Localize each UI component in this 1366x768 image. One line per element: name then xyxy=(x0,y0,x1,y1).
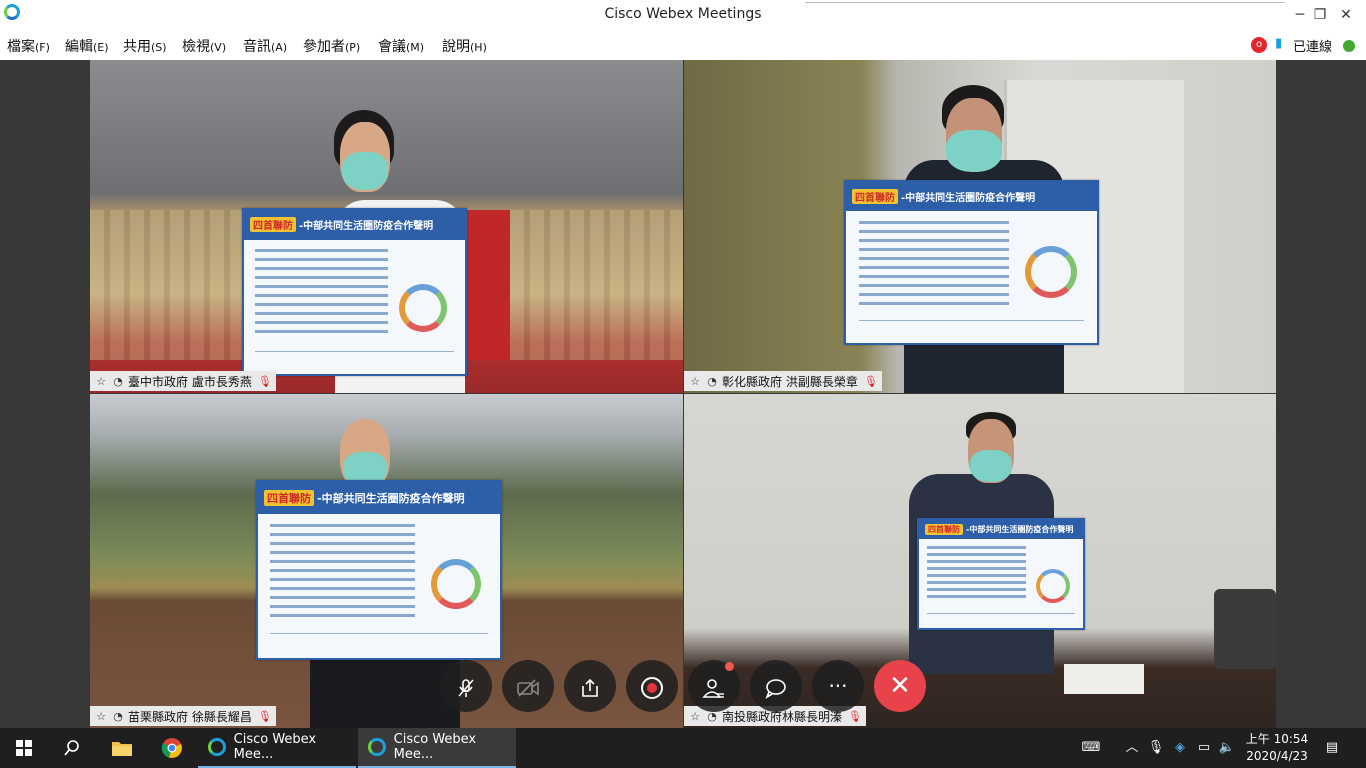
file-explorer-icon[interactable] xyxy=(98,728,146,768)
taskbar-app-webex-2[interactable]: Cisco Webex Mee... xyxy=(358,728,516,768)
webex-icon xyxy=(368,738,386,756)
video-tile-changhua[interactable]: 四首聯防 -中部共同生活圈防疫合作聲明 ☆ ◔ 彰化縣政府 洪副縣長榮章 🎙 xyxy=(684,60,1276,393)
audio-connected-icon: ▮ xyxy=(1275,36,1283,51)
notification-badge xyxy=(725,662,734,671)
video-tile-taichung[interactable]: 四首聯防 -中部共同生活圈防疫合作聲明 ☆ ◔ 臺中市政府 盧市長秀燕 🎙 xyxy=(90,60,683,393)
search-icon[interactable] xyxy=(48,728,96,768)
video-off-icon xyxy=(517,678,539,697)
audio-icon: ◔ xyxy=(707,374,717,388)
system-clock[interactable]: 上午 10:54 2020/4/23 xyxy=(1244,731,1310,765)
menu-bar: 檔案(F) 編輯(E) 共用(S) 檢視(V) 音訊(A) 參加者(P) 會議(… xyxy=(0,30,1366,60)
declaration-sign: 四首聯防 -中部共同生活圈防疫合作聲明 xyxy=(917,518,1085,630)
network-icon[interactable]: ▭ xyxy=(1194,728,1214,768)
menu-view[interactable]: 檢視(V) xyxy=(182,36,226,56)
notifications-icon[interactable]: ▤ xyxy=(1320,728,1344,768)
star-icon[interactable]: ☆ xyxy=(94,710,108,723)
star-icon[interactable]: ☆ xyxy=(688,710,702,723)
face-mask xyxy=(970,450,1012,482)
share-button[interactable] xyxy=(564,660,616,712)
taskbar: Cisco Webex Mee... Cisco Webex Mee... ⌨ … xyxy=(0,728,1366,768)
record-button[interactable] xyxy=(626,660,678,712)
face-mask xyxy=(342,152,388,190)
microphone-icon[interactable]: 🎙 xyxy=(1146,728,1166,768)
star-icon[interactable]: ☆ xyxy=(94,375,108,388)
menu-file[interactable]: 檔案(F) xyxy=(7,36,50,56)
end-meeting-button[interactable]: ✕ xyxy=(874,660,926,712)
declaration-sign: 四首聯防 -中部共同生活圈防疫合作聲明 xyxy=(256,480,502,660)
close-window-button[interactable]: ✕ xyxy=(1326,4,1366,26)
mic-muted-icon: 🎙 xyxy=(257,374,272,388)
mic-muted-icon: 🎙 xyxy=(863,374,878,388)
audio-icon: ◔ xyxy=(113,374,123,388)
share-icon xyxy=(582,678,598,697)
participant-label: ☆ ◔ 彰化縣政府 洪副縣長榮章 🎙 xyxy=(684,371,882,391)
network-app-icon[interactable]: ◈ xyxy=(1170,728,1190,768)
red-curtain xyxy=(460,210,510,360)
participants-button[interactable] xyxy=(688,660,740,712)
declaration-sign: 四首聯防 -中部共同生活圈防疫合作聲明 xyxy=(844,180,1099,345)
title-divider xyxy=(805,2,1285,3)
title-bar: Cisco Webex Meetings ─ ❐ ✕ xyxy=(0,0,1366,30)
webex-icon xyxy=(208,738,226,756)
audio-icon: ◔ xyxy=(113,709,123,723)
chevron-up-icon[interactable]: ︿ xyxy=(1122,728,1142,768)
volume-icon[interactable]: 🔈 xyxy=(1216,728,1238,768)
more-options-button[interactable]: ··· xyxy=(812,660,864,712)
mic-muted-icon: 🎙 xyxy=(848,709,862,723)
video-grid: 四首聯防 -中部共同生活圈防疫合作聲明 ☆ ◔ 臺中市政府 盧市長秀燕 🎙 四首聯… xyxy=(0,60,1366,728)
face-mask xyxy=(946,130,1002,172)
menu-participants[interactable]: 參加者(P) xyxy=(303,36,360,56)
chat-icon xyxy=(765,678,786,699)
menu-help[interactable]: 說明(H) xyxy=(442,36,487,56)
recording-indicator-icon[interactable]: o xyxy=(1251,37,1267,53)
window-title: Cisco Webex Meetings xyxy=(604,6,762,22)
windows-start-icon[interactable] xyxy=(0,728,48,768)
declaration-sign: 四首聯防 -中部共同生活圈防疫合作聲明 xyxy=(242,208,467,376)
mute-button[interactable] xyxy=(440,660,492,712)
chat-button[interactable] xyxy=(750,660,802,712)
participants-icon xyxy=(702,678,724,698)
mic-muted-icon xyxy=(458,678,474,697)
participant-label: ☆ ◔ 苗栗縣政府 徐縣長耀昌 🎙 xyxy=(90,706,276,726)
menu-edit[interactable]: 編輯(E) xyxy=(65,36,109,56)
participant-label: ☆ ◔ 臺中市政府 盧市長秀燕 🎙 xyxy=(90,371,276,391)
star-icon[interactable]: ☆ xyxy=(688,375,702,388)
video-button[interactable] xyxy=(502,660,554,712)
keyboard-icon[interactable]: ⌨ xyxy=(1080,728,1102,768)
connection-ok-icon xyxy=(1343,40,1355,52)
name-plate xyxy=(1064,664,1144,694)
record-icon xyxy=(641,676,663,699)
menu-share[interactable]: 共用(S) xyxy=(123,36,167,56)
menu-audio[interactable]: 音訊(A) xyxy=(243,36,287,56)
connection-status: 已連線 xyxy=(1293,40,1333,55)
office-chair xyxy=(1214,589,1276,669)
menu-meeting[interactable]: 會議(M) xyxy=(378,36,424,56)
mic-muted-icon: 🎙 xyxy=(257,709,272,723)
chrome-icon[interactable] xyxy=(148,728,196,768)
taskbar-app-webex-1[interactable]: Cisco Webex Mee... xyxy=(198,728,356,768)
